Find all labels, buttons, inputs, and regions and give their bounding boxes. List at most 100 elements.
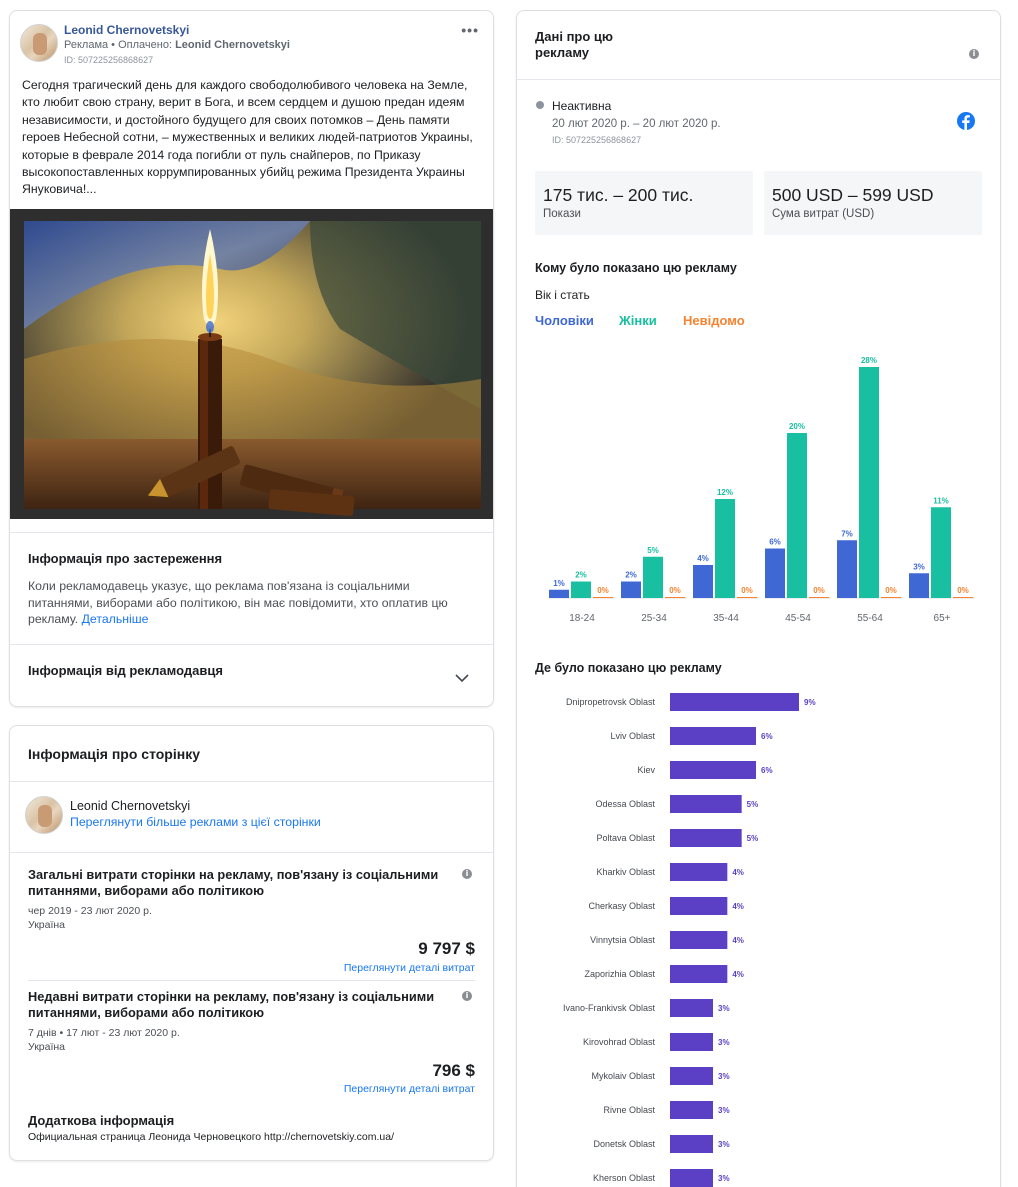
bar-65+-1[interactable] — [931, 507, 951, 598]
region-label: Zaporizhia Oblast — [584, 969, 655, 979]
region-value-label: 4% — [732, 970, 744, 979]
chevron-down-icon[interactable] — [455, 673, 469, 683]
region-value-label: 6% — [761, 766, 773, 775]
bar-55-64-2[interactable] — [881, 597, 901, 598]
advertiser-info-toggle[interactable]: Інформація від рекламодавця — [10, 645, 493, 706]
bar-label: 12% — [717, 488, 733, 497]
extra-info-text: Официальная страница Леонида Черновецког… — [28, 1131, 395, 1143]
total-spend-details-link[interactable]: Переглянути деталі витрат — [344, 962, 475, 974]
audience-title: Кому було показано цю рекламу — [535, 261, 737, 275]
bar-18-24-1[interactable] — [571, 581, 591, 599]
region-value-label: 3% — [718, 1038, 730, 1047]
bar-label: 0% — [957, 586, 969, 595]
date-range: 20 лют 2020 р. – 20 лют 2020 р. — [552, 118, 721, 130]
region-label: Vinnytsia Oblast — [590, 935, 655, 945]
age-gender-chart: 1% 2% 0% 18-24 2% 5% 0% 25-34 4% 12% 0% 35-44 6% 20% 0… — [549, 356, 975, 624]
recent-spend-title: Недавні витрати сторінки на рекламу, пов… — [28, 989, 435, 1020]
region-bar[interactable] — [670, 693, 799, 711]
region-bar[interactable] — [670, 897, 728, 915]
bar-35-44-2[interactable] — [737, 597, 757, 598]
tick-label: 65+ — [934, 613, 951, 624]
bar-25-34-1[interactable] — [643, 556, 663, 598]
ad-image-art — [10, 209, 493, 519]
impressions-box: 175 тис. – 200 тис. Покази — [535, 171, 753, 235]
region-bar[interactable] — [670, 1169, 713, 1187]
region-label: Poltava Oblast — [596, 833, 655, 843]
page-name[interactable]: Leonid Chernovetskyi — [70, 799, 190, 813]
bar-65+-0[interactable] — [909, 573, 929, 598]
sponsor-name[interactable]: Leonid Chernovetskyi — [175, 39, 290, 51]
region-bar[interactable] — [670, 931, 728, 949]
region-bar[interactable] — [670, 999, 713, 1017]
ad-body-text: Сегодня трагический день для каждого сво… — [22, 78, 473, 197]
bar-65+-2[interactable] — [953, 597, 973, 598]
bar-55-64-1[interactable] — [859, 367, 879, 598]
region-label: Rivne Oblast — [603, 1105, 655, 1115]
page-avatar[interactable] — [25, 796, 63, 834]
page-info-card: Інформація про сторінку Leonid Chernovet… — [9, 725, 494, 1161]
region-bar[interactable] — [670, 965, 728, 983]
region-title: Де було показано цю рекламу — [535, 661, 722, 675]
more-options-icon[interactable]: ••• — [461, 22, 479, 38]
author-avatar[interactable] — [20, 24, 58, 62]
region-bar[interactable] — [670, 795, 742, 813]
bar-label: 4% — [697, 554, 709, 563]
info-icon[interactable]: i — [969, 49, 979, 59]
region-value-label: 5% — [747, 834, 759, 843]
bar-18-24-0[interactable] — [549, 589, 569, 598]
total-spend-title: Загальні витрати сторінки на рекламу, по… — [28, 867, 439, 898]
region-value-label: 4% — [732, 936, 744, 945]
bar-label: 20% — [789, 422, 805, 431]
legend-men[interactable]: Чоловіки — [535, 313, 594, 328]
region-label: Ivano-Frankivsk Oblast — [563, 1003, 656, 1013]
recent-spend-details-link[interactable]: Переглянути деталі витрат — [344, 1083, 475, 1095]
tick-label: 25-34 — [641, 613, 667, 624]
divider — [10, 852, 493, 853]
recent-spend-amount: 796 $ — [432, 1061, 475, 1080]
legend-unknown[interactable]: Невідомо — [683, 313, 745, 328]
region-bar[interactable] — [670, 761, 756, 779]
bar-25-34-0[interactable] — [621, 581, 641, 599]
bar-35-44-1[interactable] — [715, 499, 735, 598]
region-bar[interactable] — [670, 727, 756, 745]
bar-45-54-1[interactable] — [787, 433, 807, 598]
advertiser-info-title: Інформація від рекламодавця — [28, 663, 223, 678]
bar-label: 0% — [597, 586, 609, 595]
bar-35-44-0[interactable] — [693, 565, 713, 598]
tick-label: 18-24 — [569, 613, 595, 624]
legend-women[interactable]: Жінки — [619, 313, 657, 328]
bar-18-24-2[interactable] — [593, 597, 613, 598]
bar-45-54-0[interactable] — [765, 548, 785, 599]
region-bar[interactable] — [670, 829, 742, 847]
ad-data-card: Дані про цю рекламу i Неактивна 20 лют 2… — [516, 10, 1001, 1187]
region-label: Dnipropetrovsk Oblast — [566, 697, 656, 707]
bar-label: 2% — [575, 571, 587, 580]
region-bar[interactable] — [670, 863, 728, 881]
recent-spend-period: 7 днів • 17 лют - 23 лют 2020 р. — [28, 1027, 180, 1039]
divider — [517, 79, 1000, 80]
bar-55-64-0[interactable] — [837, 540, 857, 598]
info-icon[interactable]: i — [462, 869, 472, 879]
divider — [10, 532, 493, 533]
candle-and-bullets-image[interactable] — [10, 209, 493, 519]
region-bar[interactable] — [670, 1067, 713, 1085]
bar-25-34-2[interactable] — [665, 597, 685, 598]
region-bar[interactable] — [670, 1101, 713, 1119]
region-bar[interactable] — [670, 1033, 713, 1051]
extra-info-title: Додаткова інформація — [28, 1113, 175, 1128]
region-value-label: 9% — [804, 698, 816, 707]
bar-45-54-2[interactable] — [809, 597, 829, 598]
bar-label: 0% — [669, 586, 681, 595]
region-label: Kherson Oblast — [593, 1173, 656, 1183]
region-bar[interactable] — [670, 1135, 713, 1153]
page-more-ads-link[interactable]: Переглянути більше реклами з цієї сторін… — [70, 815, 321, 829]
page-info-title: Інформація про сторінку — [28, 746, 200, 762]
tick-label: 35-44 — [713, 613, 739, 624]
info-icon[interactable]: i — [462, 991, 472, 1001]
region-value-label: 3% — [718, 1004, 730, 1013]
region-value-label: 4% — [732, 868, 744, 877]
status-dot — [536, 101, 544, 109]
author-name[interactable]: Leonid Chernovetskyi — [64, 23, 189, 37]
disclaimer-more-link[interactable]: Детальніше — [82, 612, 149, 626]
region-chart: Dnipropetrovsk Oblast 9% Lviv Oblast 6% Kiev… — [563, 693, 816, 1187]
